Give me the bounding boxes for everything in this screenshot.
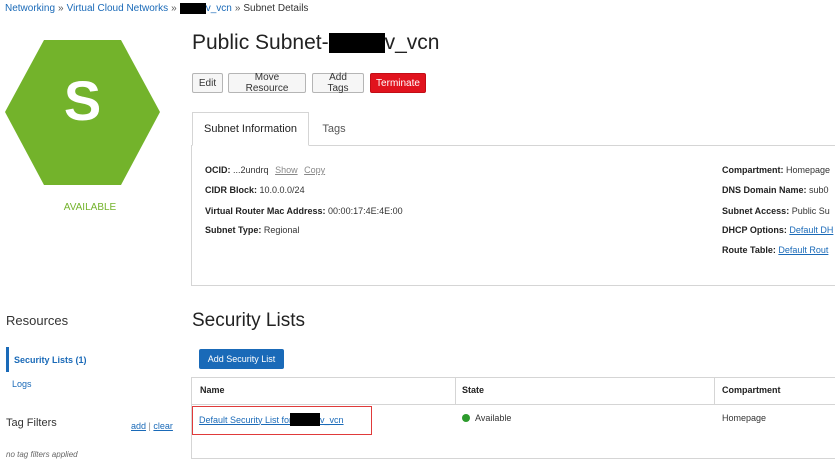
column-header-state[interactable]: State — [462, 385, 484, 395]
page-title: Public Subnet- v_vcn — [192, 31, 439, 55]
ocid-show-link[interactable]: Show — [275, 165, 298, 175]
add-security-list-button[interactable]: Add Security List — [199, 349, 284, 369]
compartment-value: Homepage — [786, 165, 831, 175]
state-value: Available — [475, 413, 512, 423]
edit-button[interactable]: Edit — [192, 73, 223, 93]
dhcp-label: DHCP Options: — [722, 225, 787, 235]
mac-value: 00:00:17:4E:4E:00 — [328, 206, 403, 216]
dns-label: DNS Domain Name: — [722, 185, 807, 195]
subnet-access-row: Subnet Access: Public Su — [722, 206, 830, 216]
subnet-access-label: Subnet Access: — [722, 206, 790, 216]
status-label: AVAILABLE — [63, 202, 117, 213]
breadcrumb-separator: » — [58, 3, 64, 14]
tag-filter-clear-link[interactable]: clear — [153, 421, 173, 431]
dhcp-options-link[interactable]: Default DH — [789, 225, 833, 235]
tag-filters-links: add | clear — [131, 421, 173, 431]
tag-filter-separator: | — [148, 421, 151, 431]
sidebar-item-logs[interactable]: Logs — [12, 379, 32, 389]
table-header-divider — [191, 404, 835, 405]
compartment-label: Compartment: — [722, 165, 784, 175]
breadcrumb-vcns[interactable]: Virtual Cloud Networks — [67, 3, 169, 14]
highlight-box — [192, 406, 372, 435]
mac-label: Virtual Router Mac Address: — [205, 206, 326, 216]
column-divider — [455, 377, 456, 405]
tag-filters-empty: no tag filters applied — [6, 450, 78, 459]
ocid-label: OCID: — [205, 165, 231, 175]
column-divider — [714, 377, 715, 405]
subnet-icon-letter: S — [63, 69, 102, 132]
route-table-label: Route Table: — [722, 245, 776, 255]
security-lists-title: Security Lists — [192, 310, 305, 331]
dhcp-row: DHCP Options: Default DH — [722, 225, 833, 235]
table-row-compartment-cell: Homepage — [722, 413, 767, 423]
available-status-dot-icon — [462, 414, 470, 422]
breadcrumb-networking[interactable]: Networking — [5, 3, 55, 14]
dns-value: sub0 — [809, 185, 829, 195]
breadcrumb-vcn[interactable]: v_vcn — [179, 3, 232, 14]
cidr-row: CIDR Block: 10.0.0.0/24 — [205, 185, 305, 195]
ocid-row: OCID: ...2undrq Show Copy — [205, 165, 325, 175]
breadcrumb-separator: » — [171, 3, 177, 14]
add-tags-button[interactable]: Add Tags — [312, 72, 364, 94]
tab-tags[interactable]: Tags — [310, 112, 358, 145]
tag-filters-title: Tag Filters — [6, 417, 57, 429]
page-title-suffix: v_vcn — [384, 31, 440, 54]
sidebar-item-security-lists[interactable]: Security Lists (1) — [6, 347, 176, 372]
route-table-row: Route Table: Default Rout — [722, 245, 828, 255]
page-title-prefix: Public Subnet- — [192, 31, 329, 54]
column-header-name[interactable]: Name — [200, 385, 225, 395]
column-header-compartment[interactable]: Compartment — [722, 385, 781, 395]
dns-row: DNS Domain Name: sub0 — [722, 185, 829, 195]
tag-filter-add-link[interactable]: add — [131, 421, 146, 431]
breadcrumb-separator: » — [234, 3, 241, 14]
mac-row: Virtual Router Mac Address: 00:00:17:4E:… — [205, 206, 403, 216]
breadcrumb-current: Subnet Details — [243, 3, 309, 14]
terminate-button[interactable]: Terminate — [370, 73, 426, 93]
breadcrumb-vcn-suffix: v_vcn — [205, 3, 232, 14]
subnet-type-label: Subnet Type: — [205, 225, 262, 235]
cidr-label: CIDR Block: — [205, 185, 258, 195]
compartment-row: Compartment: Homepage — [722, 165, 830, 175]
subnet-type-row: Subnet Type: Regional — [205, 225, 299, 235]
move-resource-button[interactable]: Move Resource — [228, 72, 306, 94]
cidr-value: 10.0.0.0/24 — [259, 185, 305, 195]
resources-title: Resources — [6, 313, 69, 328]
redaction-bar — [179, 3, 206, 14]
route-table-link[interactable]: Default Rout — [778, 245, 828, 255]
subnet-type-value: Regional — [263, 225, 300, 235]
ocid-copy-link[interactable]: Copy — [304, 165, 325, 175]
tab-subnet-information[interactable]: Subnet Information — [192, 112, 309, 146]
table-row-state-cell: Available — [462, 413, 511, 423]
subnet-access-value: Public Su — [791, 206, 830, 216]
redaction-bar — [328, 33, 385, 53]
breadcrumb: Networking » Virtual Cloud Networks » v_… — [5, 3, 308, 14]
ocid-value: ...2undrq — [233, 165, 269, 175]
